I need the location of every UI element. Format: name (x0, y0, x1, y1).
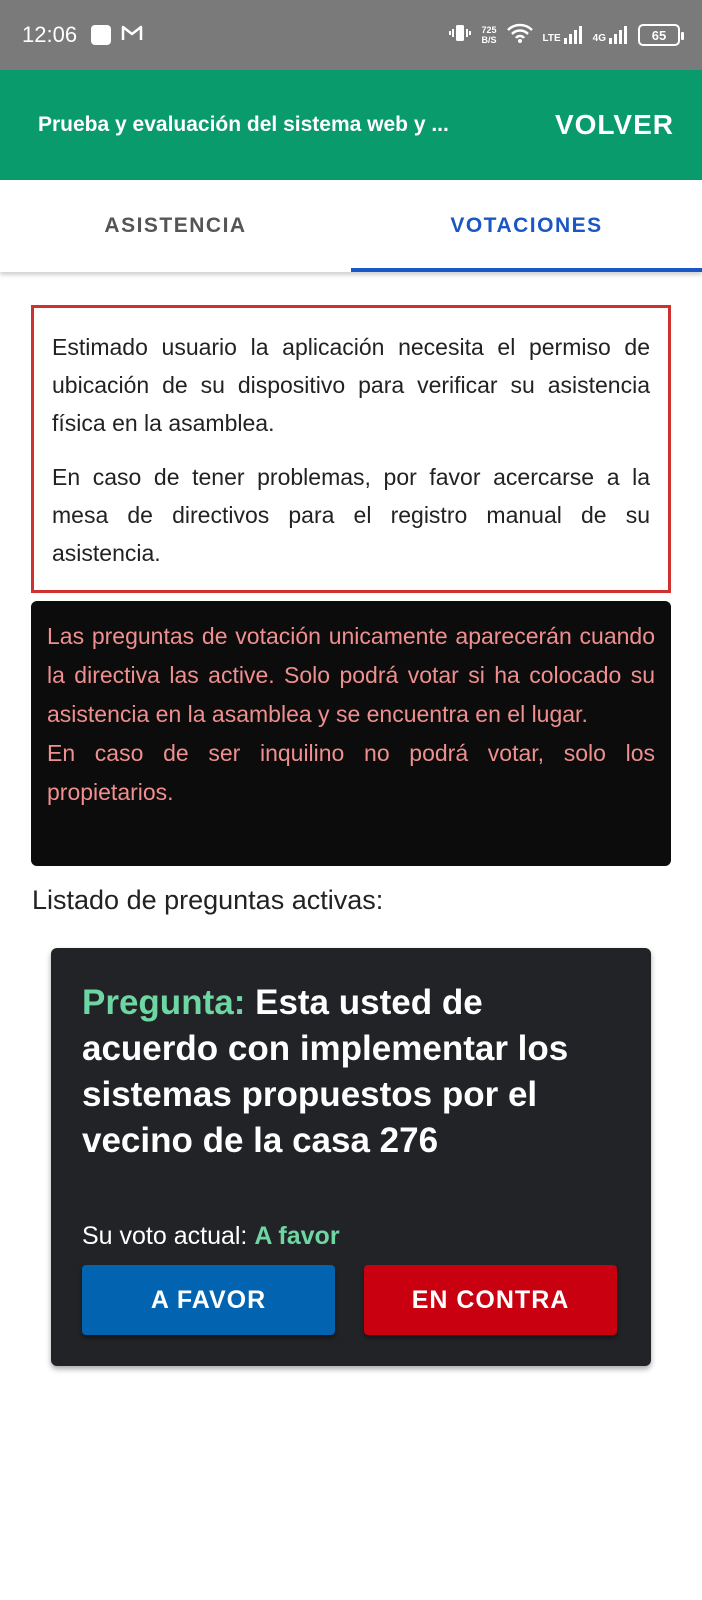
vote-favor-button[interactable]: A FAVOR (82, 1265, 335, 1335)
location-permission-notice: Estimado usuario la aplicación necesita … (31, 305, 671, 593)
tab-asistencia[interactable]: ASISTENCIA (0, 180, 351, 272)
battery-icon: 65 (638, 24, 684, 46)
battery-level: 65 (651, 27, 667, 43)
current-vote-label: Su voto actual: (82, 1222, 248, 1250)
notice-paragraph-2: En caso de tener problemas, por favor ac… (52, 464, 650, 566)
gmail-icon (121, 24, 143, 47)
net-speed-value: 725 (481, 25, 497, 35)
back-button[interactable]: VOLVER (555, 109, 674, 141)
4g-signal-icon: 4G (593, 26, 628, 44)
status-icons: 725 B/S LTE 4G 65 (449, 23, 684, 48)
info-line-2: En caso de ser inquilino no podrá votar,… (47, 740, 655, 805)
vote-buttons: A FAVOR EN CONTRA (82, 1265, 617, 1335)
question-label: Pregunta: (82, 983, 246, 1022)
tab-bar: ASISTENCIA VOTACIONES (0, 180, 702, 272)
wifi-icon (506, 23, 533, 48)
current-vote: Su voto actual: A favor (82, 1222, 617, 1251)
net-speed-unit: B/S (481, 35, 497, 45)
app-bar: Prueba y evaluación del sistema web y ..… (0, 70, 702, 180)
status-time: 12:06 (22, 22, 78, 47)
notice-paragraph-1: Estimado usuario la aplicación necesita … (52, 334, 650, 436)
4g-label: 4G (592, 33, 606, 44)
voting-info-box: Las preguntas de votación unicamente apa… (31, 601, 671, 866)
lte-label: LTE (542, 33, 561, 44)
tab-votaciones[interactable]: VOTACIONES (351, 180, 702, 272)
question-card: Pregunta: Esta usted de acuerdo con impl… (51, 948, 651, 1366)
app-title: Prueba y evaluación del sistema web y ..… (38, 113, 449, 136)
lte-signal-icon: LTE (543, 26, 583, 44)
vote-contra-button[interactable]: EN CONTRA (364, 1265, 617, 1335)
net-speed: 725 B/S (481, 25, 496, 45)
notification-icon (91, 25, 112, 45)
active-questions-heading: Listado de preguntas activas: (32, 885, 384, 915)
status-bar: 12:06 725 B/S LTE 4G 65 (0, 0, 702, 70)
info-line-1: Las preguntas de votación unicamente apa… (47, 623, 655, 727)
current-vote-value: A favor (254, 1222, 340, 1250)
vibrate-icon (449, 23, 472, 48)
question-text-block: Pregunta: Esta usted de acuerdo con impl… (82, 980, 617, 1164)
